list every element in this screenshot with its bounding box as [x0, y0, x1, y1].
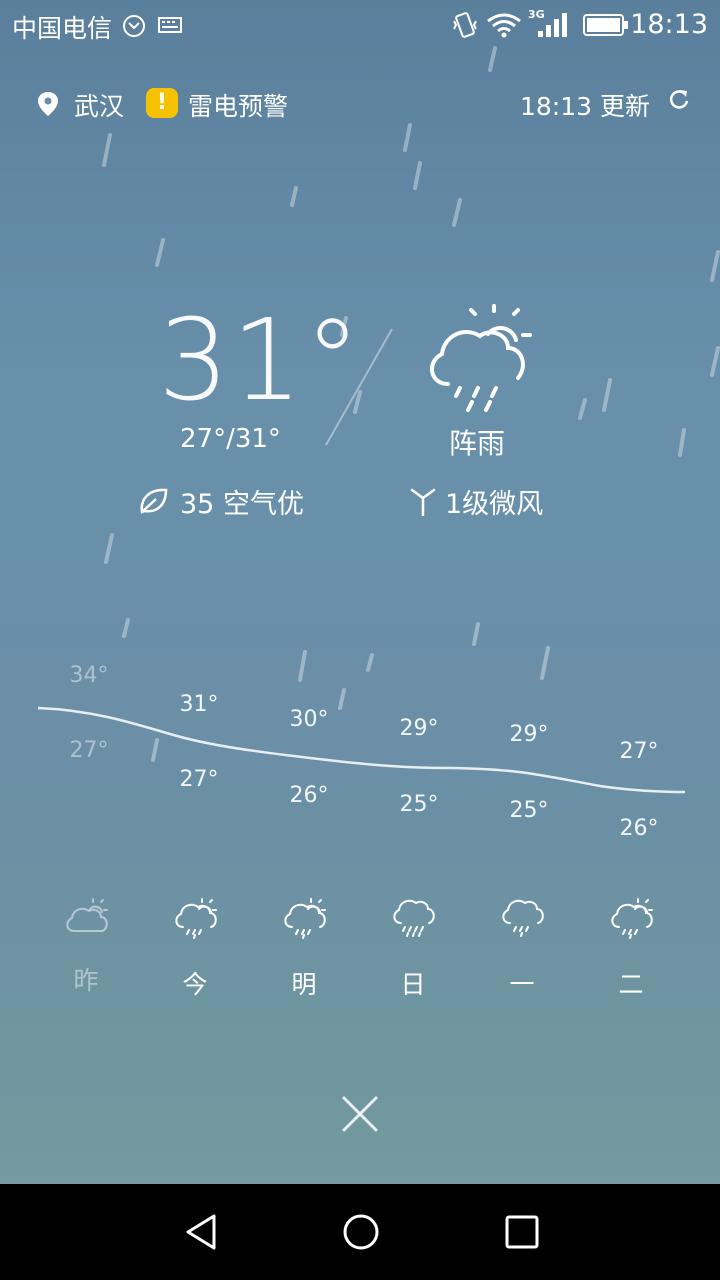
- close-icon[interactable]: [340, 1094, 380, 1134]
- recent-apps-icon[interactable]: [502, 1212, 542, 1252]
- high-temp: 29°: [509, 722, 549, 747]
- weather-header: 武汉 ! 雷电预警 18:13 更新: [0, 86, 720, 122]
- day-tomorrow[interactable]: 明: [249, 895, 359, 1001]
- home-icon[interactable]: [341, 1212, 381, 1252]
- air-quality[interactable]: 35 空气优: [180, 482, 304, 521]
- navigation-bar: [0, 1184, 720, 1280]
- weather-condition: 阵雨: [449, 427, 506, 460]
- signal-icon: [538, 13, 567, 37]
- status-bar: 中国电信 3G 18:13: [0, 0, 720, 50]
- forecast-chart: 34° 27° 31° 27° 30° 26° 29° 25° 29° 25° …: [0, 650, 720, 850]
- wifi-icon: [487, 13, 521, 38]
- keyboard-icon: [158, 17, 182, 33]
- showers-sun-icon: [175, 898, 217, 939]
- cloudy-sun-icon: [66, 898, 108, 932]
- high-temp: 31°: [179, 692, 219, 717]
- day-label: 二: [618, 970, 644, 999]
- high-temp: 30°: [289, 707, 329, 732]
- wind-level: 1级微风: [445, 489, 544, 520]
- day-day-after[interactable]: 日: [358, 895, 468, 1001]
- showers-sun-icon: [284, 898, 326, 939]
- vibrate-icon: [453, 12, 477, 38]
- high-temp: 27°: [619, 739, 659, 764]
- wind-turbine-icon: [410, 488, 436, 516]
- divider-line: [325, 328, 393, 446]
- rain-background: [102, 46, 720, 762]
- low-temp: 27°: [179, 767, 219, 792]
- status-time: 18:13: [630, 9, 708, 40]
- low-temp: 26°: [619, 816, 659, 841]
- day-today[interactable]: 今: [140, 895, 250, 1001]
- low-temp: 27°: [69, 738, 109, 763]
- showers-sun-icon: [611, 898, 653, 939]
- day-label: 今: [182, 970, 208, 999]
- low-temp: 26°: [289, 783, 329, 808]
- temperature-range: 27°/31°: [180, 424, 281, 454]
- showers-sun-icon: [430, 304, 532, 412]
- city-name[interactable]: 武汉: [74, 87, 124, 123]
- day-tuesday[interactable]: 二: [576, 895, 686, 1001]
- hd-call-icon: [123, 15, 145, 37]
- battery-icon: [583, 14, 628, 36]
- location-pin-icon: [38, 92, 58, 116]
- back-icon[interactable]: [182, 1212, 222, 1252]
- high-temp: 29°: [399, 716, 439, 741]
- warning-badge-icon[interactable]: !: [146, 88, 178, 118]
- low-temp: 25°: [509, 798, 549, 823]
- carrier-name: 中国电信: [12, 14, 113, 43]
- day-label: 明: [291, 970, 317, 999]
- rain-icon: [393, 899, 435, 937]
- day-monday[interactable]: 一: [467, 895, 577, 1001]
- low-temp: 25°: [399, 792, 439, 817]
- weather-warning[interactable]: 雷电预警: [188, 87, 288, 123]
- high-temp: 34°: [69, 663, 109, 688]
- light-rain-icon: [502, 899, 544, 937]
- day-label: 日: [400, 970, 426, 999]
- leaf-icon: [140, 488, 168, 514]
- update-time: 18:13 更新: [520, 92, 650, 121]
- day-label: 一: [509, 970, 535, 999]
- forecast-days: 昨 今 明 日 一 二: [0, 895, 720, 999]
- day-label: 昨: [73, 966, 99, 995]
- refresh-icon[interactable]: [668, 88, 690, 110]
- day-yesterday[interactable]: 昨: [31, 895, 141, 997]
